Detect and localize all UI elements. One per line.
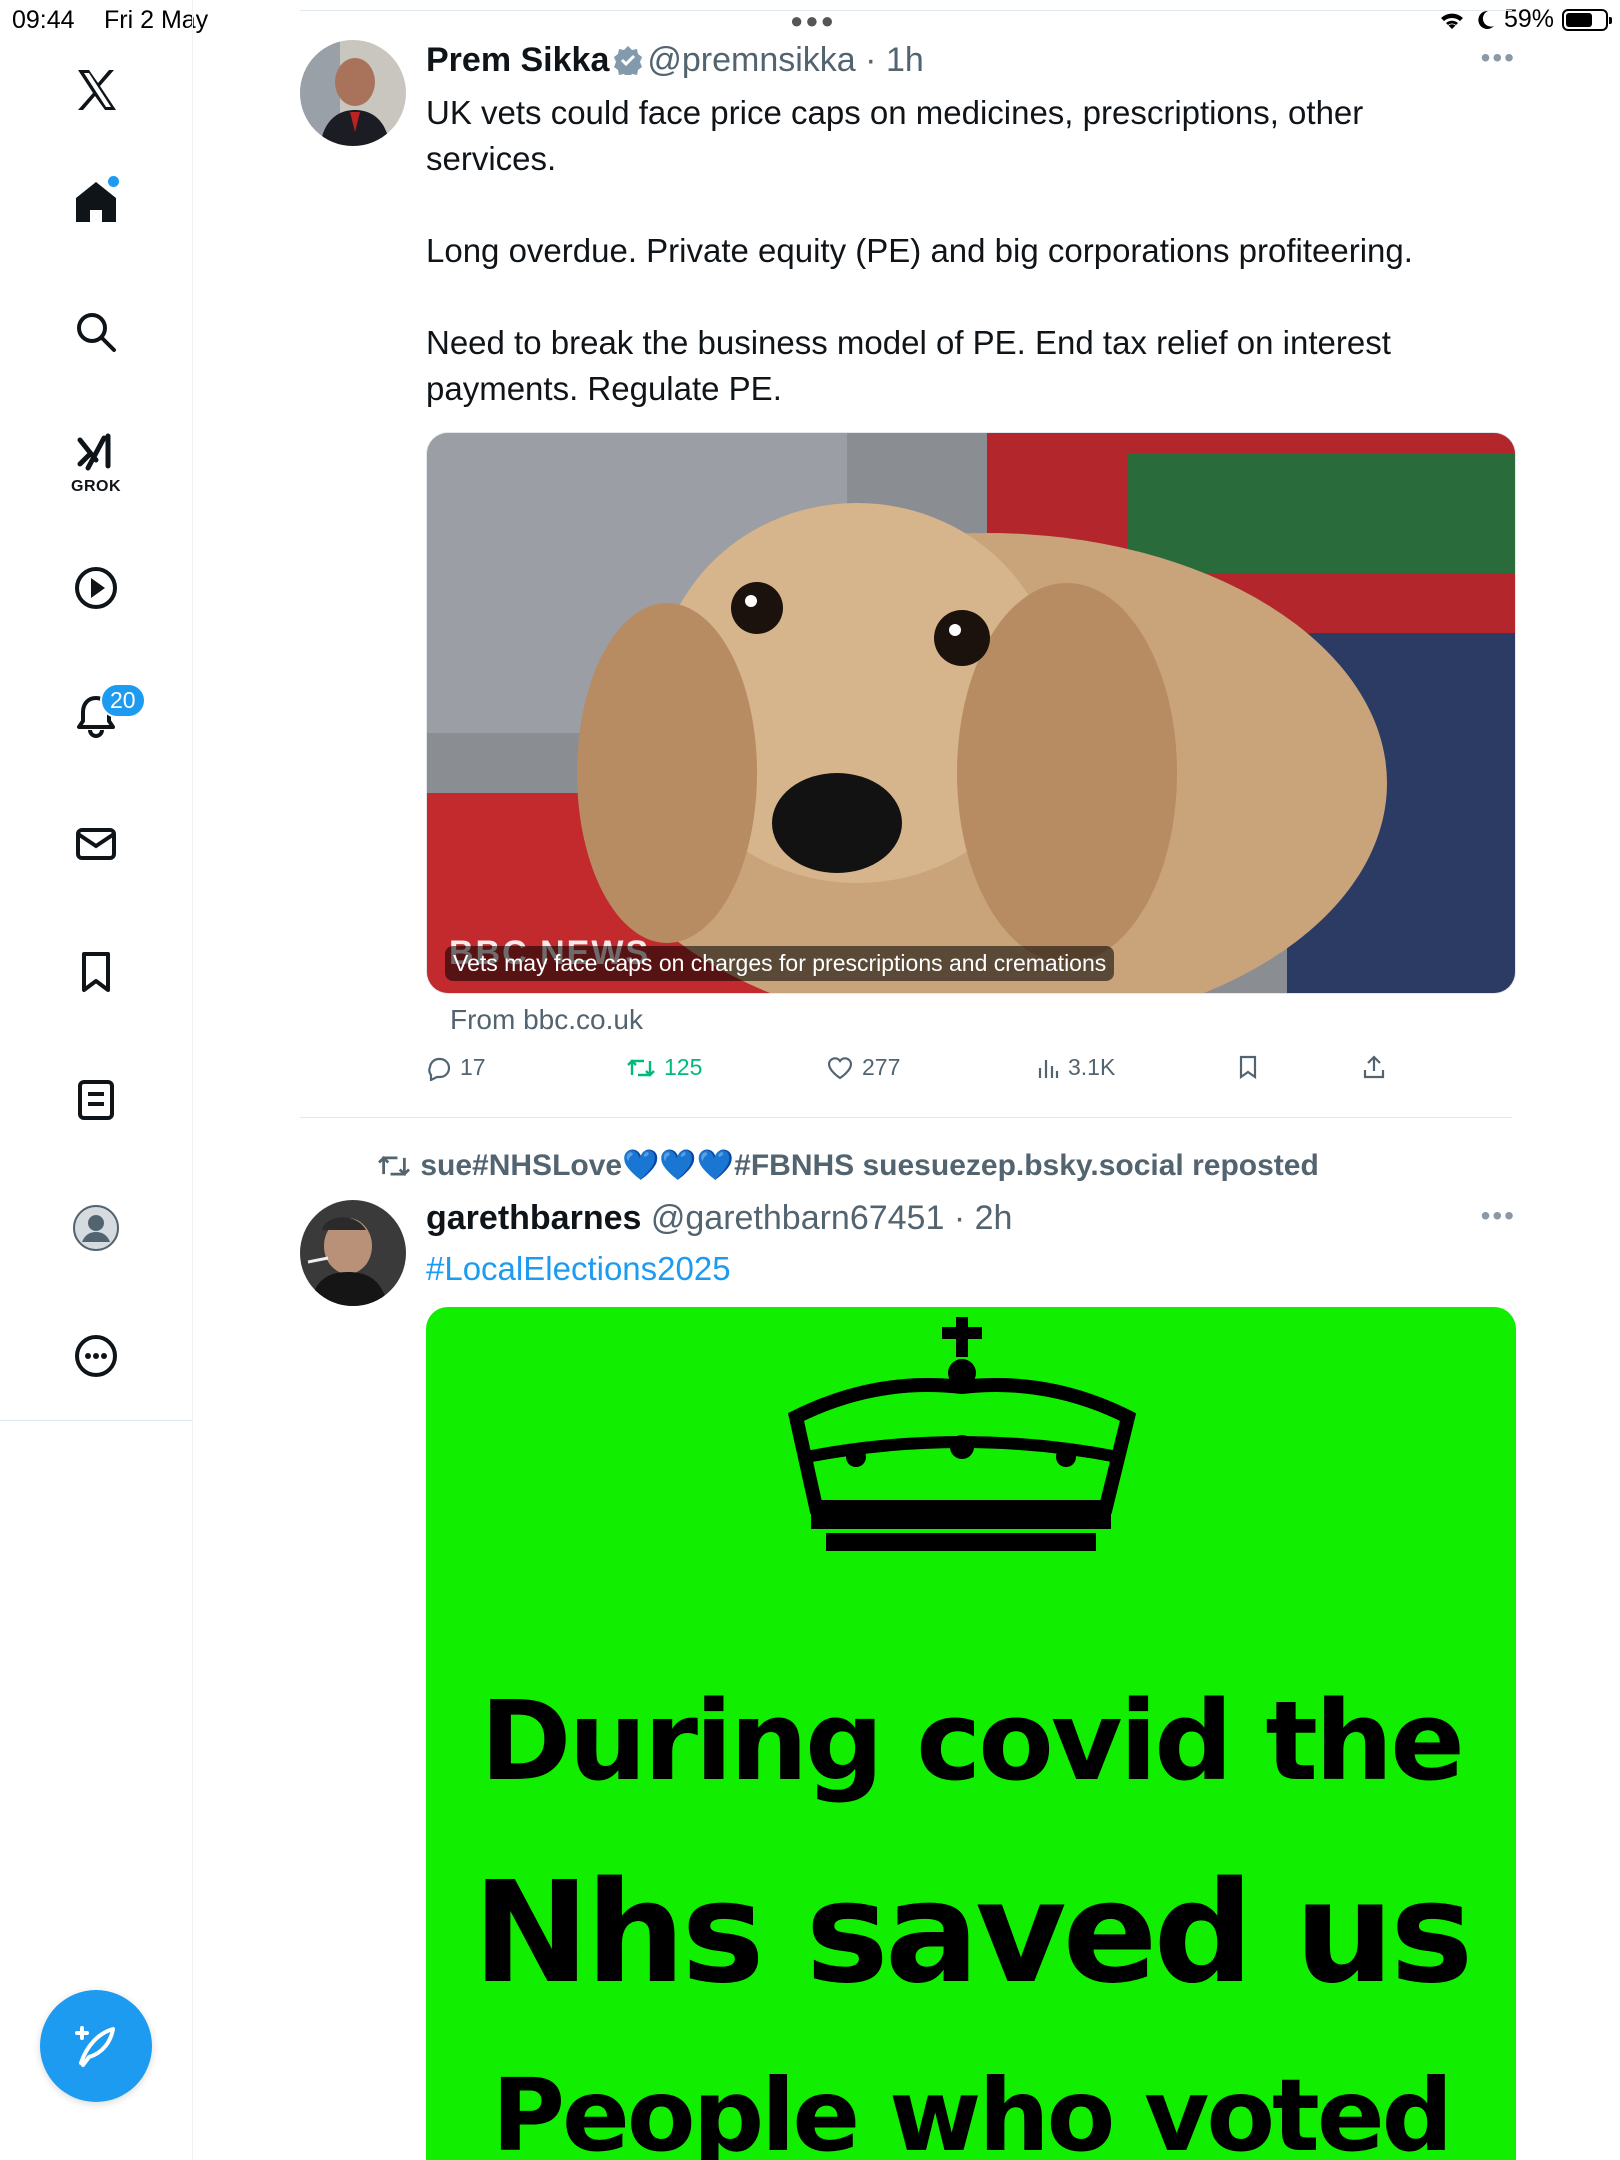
like-count: 277 [862,1054,901,1080]
multitasking-dots-icon[interactable]: ●●● [790,8,836,34]
link-card-image[interactable]: BBC NEWS Vets may face caps on charges f… [426,432,1516,994]
compose-button[interactable] [40,1990,152,2102]
meme-line-3: People who voted [491,2057,1454,2160]
bookmark-button[interactable] [1236,1054,1260,1080]
bookmark-icon[interactable] [60,936,132,1008]
repost-context-text: sue#NHSLove💙💙💙#FBNHS suesuezep.bsky.soci… [420,1149,1319,1182]
list-icon[interactable] [60,1064,132,1136]
reply-count: 17 [460,1054,486,1080]
views-chart-icon [1038,1059,1059,1078]
tweet-header: garethbarnes @garethbarn67451 · 2h [426,1198,1516,1238]
home-unread-dot [108,176,119,187]
moon-icon [1478,10,1494,29]
tweet-actions: 17 125 277 3.1K [426,1054,1516,1104]
sidebar-divider [0,1420,193,1421]
more-options-icon[interactable]: ••• [1481,42,1516,74]
crown-icon [787,1317,1137,1551]
battery-icon [1562,8,1612,31]
search-icon[interactable] [60,296,132,368]
more-options-icon[interactable]: ••• [1481,1200,1516,1232]
author-handle[interactable]: @garethbarn67451 [651,1199,945,1237]
mail-icon[interactable] [60,808,132,880]
repost-count: 125 [664,1054,703,1080]
verified-badge-icon [613,44,643,84]
repost-context[interactable]: sue#NHSLove💙💙💙#FBNHS suesuezep.bsky.soci… [376,1148,1319,1183]
avatar[interactable] [300,40,406,146]
status-bar: 09:44 Fri 2 May ●●● 59% [0,0,1620,40]
tweet-time[interactable]: · 2h [954,1199,1013,1237]
repost-button[interactable]: 125 [626,1054,702,1081]
author-handle[interactable]: @premnsikka [647,41,855,79]
meme-line-2: Nhs saved us [472,1852,1474,2015]
tweet-time[interactable]: · 1h [865,41,924,79]
like-button[interactable]: 277 [826,1054,900,1081]
card-caption: Vets may face caps on charges for prescr… [445,946,1115,981]
sidebar: GROK 20 [0,0,193,2160]
wifi-icon [1440,13,1463,29]
hashtag-link[interactable]: #LocalElections2025 [426,1246,1516,1292]
tweet-text: UK vets could face price caps on medicin… [426,94,1413,407]
share-icon [1363,1055,1385,1079]
meme-image[interactable]: During covid the Nhs saved us People who… [426,1307,1516,2160]
home-icon[interactable] [60,166,132,238]
heart-icon [827,1056,853,1079]
reply-icon [428,1057,451,1081]
view-count: 3.1K [1068,1054,1116,1080]
more-circle-icon[interactable] [60,1320,132,1392]
play-icon[interactable] [60,552,132,624]
meme-line-1: During covid the [480,1677,1465,1805]
dog-photo [427,433,1515,993]
share-button[interactable] [1361,1054,1387,1080]
tweet-header: Prem Sikka @premnsikka · 1h [426,40,1516,84]
repost-icon [627,1058,655,1077]
avatar[interactable] [300,1200,406,1306]
tweet-separator [300,1117,1512,1118]
author-name[interactable]: Prem Sikka [426,41,609,79]
notifications-badge: 20 [100,683,146,718]
author-name[interactable]: garethbarnes [426,1199,641,1237]
profile-icon[interactable] [60,1192,132,1264]
views-button[interactable]: 3.1K [1036,1054,1115,1081]
repost-context-icon [378,1155,410,1177]
card-source[interactable]: From bbc.co.uk [450,1004,1516,1036]
x-logo-icon[interactable] [60,54,132,126]
reply-button[interactable]: 17 [426,1054,486,1081]
grok-label: GROK [71,478,121,495]
bookmark-icon [1239,1055,1257,1080]
feed-top-border [300,10,1512,11]
compose-feather-icon [75,2026,115,2067]
